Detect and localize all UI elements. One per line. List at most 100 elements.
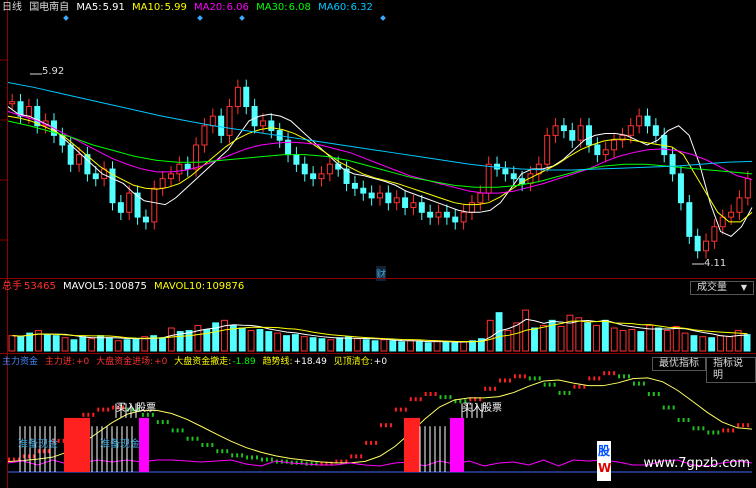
indicator-help-button[interactable]: 指标说明 [706, 357, 756, 383]
candle-body [385, 192, 392, 204]
candle-body [251, 106, 258, 127]
trend-dot [742, 423, 745, 428]
volume-bar [433, 340, 441, 352]
volume-bar [159, 337, 166, 352]
trend-dot [618, 374, 621, 379]
trend-dot [737, 423, 740, 428]
candle-body [736, 197, 743, 213]
trend-dot [727, 428, 730, 433]
trend-line [7, 377, 753, 464]
volume-bar [539, 324, 547, 352]
volume-bar [88, 338, 96, 352]
volume-bar [61, 337, 69, 352]
best-indicator-button[interactable]: 最优指标 [652, 357, 706, 371]
ma30-label: MA30: [256, 2, 288, 13]
trend-dot [712, 430, 715, 435]
trend-dot [87, 412, 90, 417]
trend-dot [568, 390, 571, 395]
candle-body [360, 187, 367, 194]
volume-bar [114, 340, 122, 352]
candle-body [226, 106, 233, 136]
candle-body [510, 173, 517, 180]
signal-bar [450, 417, 464, 472]
trend-dot [380, 423, 382, 428]
price-chart-panel[interactable]: 日线 国电南自 MA5:5.91 MA10:5.99 MA20:6.06 MA3… [0, 0, 756, 281]
watermark-badge: 股 W [597, 441, 611, 481]
big-in-value: +0 [154, 357, 168, 367]
candle-body [402, 197, 409, 208]
volume-bar [380, 339, 388, 352]
trend-dot [256, 455, 258, 460]
trend-dot [365, 440, 368, 445]
candlestick-chart[interactable] [0, 0, 756, 278]
volume-bar [300, 336, 308, 352]
candle-body [126, 192, 133, 213]
trend-dot [652, 392, 655, 396]
trend-dot [404, 407, 407, 412]
volume-bar [247, 330, 255, 352]
trend-dot [434, 392, 437, 396]
trend-dot [637, 381, 640, 386]
candle-body [234, 86, 241, 108]
candle-body [477, 192, 484, 204]
volume-bar [460, 341, 468, 352]
price-header: 日线 国电南自 MA5:5.91 MA10:5.99 MA20:6.06 MA3… [2, 2, 377, 14]
trend-dot [107, 407, 110, 412]
trend-dot [603, 371, 606, 376]
buy-stock-label-2: 买入股票 [462, 403, 502, 414]
trend-dot [384, 423, 387, 428]
volume-bar [43, 334, 51, 352]
period-label[interactable]: 日线 [2, 2, 22, 13]
main-in-label: 主力进: [44, 357, 75, 367]
candle-body [686, 202, 693, 237]
mavol5-value: 100875 [108, 281, 147, 292]
watermark-text: www.7gpzb.com [643, 456, 750, 471]
trend-dot [409, 397, 412, 402]
volume-bar [628, 329, 636, 352]
candle-body [117, 202, 124, 213]
volume-bar [725, 336, 733, 352]
trend-dot [226, 449, 229, 454]
volume-indicator-select[interactable]: 成交量 ▼ [690, 281, 754, 295]
volume-bar [283, 335, 290, 352]
candle-body [627, 125, 634, 136]
candle-body [602, 149, 609, 156]
candle-body [703, 240, 710, 252]
trend-dot [176, 428, 179, 433]
indicator-name: 主力资金 [2, 357, 39, 367]
candle-body [168, 173, 175, 180]
volume-bar [398, 341, 406, 352]
candle-body [435, 211, 442, 218]
trend-dot [662, 405, 665, 410]
ma5-value: 5.91 [102, 2, 125, 13]
volume-bar [17, 336, 25, 352]
volume-bar [265, 331, 273, 352]
event-diamond-icon [380, 15, 386, 21]
trend-dot [523, 374, 526, 379]
candle-body [76, 154, 83, 165]
trend-dot [444, 395, 447, 400]
candle-body [193, 144, 200, 170]
trend-dot [642, 381, 645, 386]
candle-body [351, 182, 358, 189]
candle-body [268, 120, 275, 132]
volume-bar [717, 335, 724, 352]
trend-dot [355, 454, 358, 459]
candle-body [443, 211, 450, 218]
volume-label: 总手 [2, 281, 22, 292]
candle-body [418, 202, 425, 213]
volume-bar [256, 329, 264, 352]
volume-bar [362, 339, 370, 352]
trend-dot [707, 430, 710, 435]
mavol5-label: MAVOL5: [63, 281, 108, 292]
candle-body [552, 125, 559, 136]
volume-panel[interactable]: 总手 53465 MAVOL5:100875 MAVOL10:109876 成交量… [0, 278, 756, 353]
trend-dot [558, 390, 561, 395]
trend-dot [573, 384, 576, 389]
candle-body [326, 163, 333, 175]
volume-value: 53465 [24, 281, 56, 292]
candle-body [502, 168, 509, 175]
volume-bar [681, 332, 689, 352]
trend-dot [350, 454, 353, 459]
big-in-label: 大盘资金进场: [96, 357, 154, 367]
